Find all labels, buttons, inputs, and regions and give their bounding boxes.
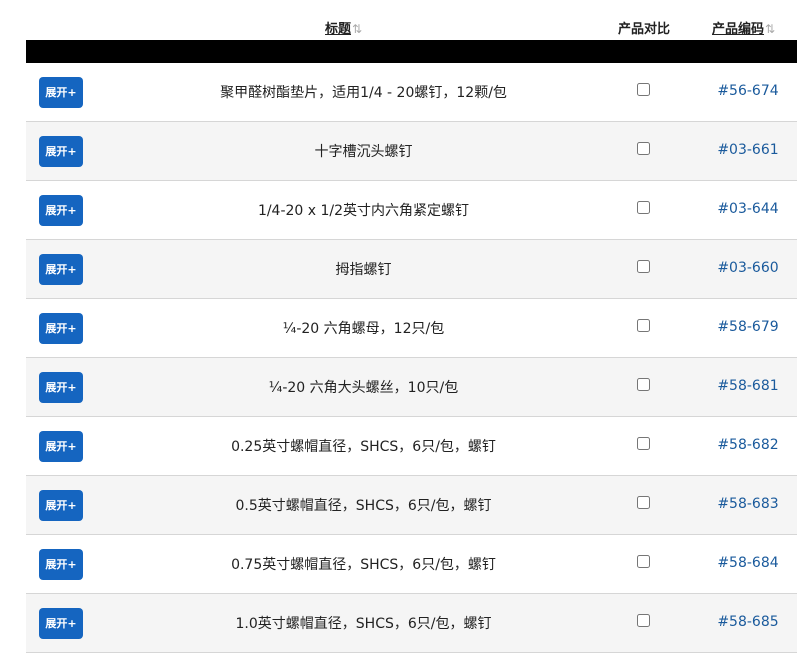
product-code-link[interactable]: #03-660: [698, 260, 797, 276]
product-title: ¼-20 六角大头螺丝，10只/包: [268, 380, 459, 396]
expand-button[interactable]: 展开+: [39, 254, 83, 285]
product-table: 展开+ 聚甲醛树酯垫片，适用1/4 - 20螺钉，12颗/包 #56-674 展…: [26, 63, 797, 653]
table-row: 展开+ 十字槽沉头螺钉 #03-661: [26, 122, 797, 181]
compare-checkbox[interactable]: [637, 260, 650, 273]
compare-checkbox[interactable]: [637, 555, 650, 568]
product-code-link[interactable]: #03-661: [698, 142, 797, 158]
expand-button[interactable]: 展开+: [39, 195, 83, 226]
product-title: 十字槽沉头螺钉: [314, 144, 413, 160]
sort-icon[interactable]: ⇅: [352, 22, 362, 36]
product-code-link[interactable]: #03-644: [698, 201, 797, 217]
column-header-compare: 产品对比: [618, 22, 671, 37]
product-code-link[interactable]: #58-682: [698, 437, 797, 453]
expand-button[interactable]: 展开+: [39, 136, 83, 167]
compare-checkbox[interactable]: [637, 614, 650, 627]
product-title: 拇指螺钉: [335, 262, 392, 278]
product-title: 0.75英寸螺帽直径，SHCS，6只/包，螺钉: [231, 557, 496, 573]
compare-checkbox[interactable]: [637, 319, 650, 332]
column-header-title[interactable]: 标题⇅: [325, 18, 362, 37]
product-title: 1/4-20 x 1/2英寸内六角紧定螺钉: [257, 203, 470, 219]
table-row: 展开+ ¼-20 六角螺母，12只/包 #58-679: [26, 299, 797, 358]
table-row: 展开+ 1.0英寸螺帽直径，SHCS，6只/包，螺钉 #58-685: [26, 594, 797, 653]
table-row: 展开+ ¼-20 六角大头螺丝，10只/包 #58-681: [26, 358, 797, 417]
product-code-link[interactable]: #56-674: [698, 83, 797, 99]
product-title: ¼-20 六角螺母，12只/包: [282, 321, 445, 337]
product-code-link[interactable]: #58-683: [698, 496, 797, 512]
compare-checkbox[interactable]: [637, 142, 650, 155]
header-bar: [26, 40, 797, 63]
expand-button[interactable]: 展开+: [39, 313, 83, 344]
product-title: 1.0英寸螺帽直径，SHCS，6只/包，螺钉: [235, 616, 492, 632]
table-row: 展开+ 1/4-20 x 1/2英寸内六角紧定螺钉 #03-644: [26, 181, 797, 240]
table-header: 标题⇅ 产品对比 产品编码⇅: [0, 0, 797, 40]
table-row: 展开+ 0.5英寸螺帽直径，SHCS，6只/包，螺钉 #58-683: [26, 476, 797, 535]
table-row: 展开+ 0.25英寸螺帽直径，SHCS，6只/包，螺钉 #58-682: [26, 417, 797, 476]
compare-checkbox[interactable]: [637, 378, 650, 391]
product-title: 0.5英寸螺帽直径，SHCS，6只/包，螺钉: [235, 498, 492, 514]
product-code-link[interactable]: #58-681: [698, 378, 797, 394]
expand-button[interactable]: 展开+: [39, 490, 83, 521]
product-title: 聚甲醛树酯垫片，适用1/4 - 20螺钉，12颗/包: [220, 85, 507, 101]
expand-button[interactable]: 展开+: [39, 77, 83, 108]
sort-icon[interactable]: ⇅: [765, 22, 775, 36]
expand-button[interactable]: 展开+: [39, 431, 83, 462]
expand-button[interactable]: 展开+: [39, 549, 83, 580]
table-row: 展开+ 拇指螺钉 #03-660: [26, 240, 797, 299]
product-code-link[interactable]: #58-685: [698, 614, 797, 630]
column-header-code-label: 产品编码: [712, 22, 765, 37]
compare-checkbox[interactable]: [637, 496, 650, 509]
expand-button[interactable]: 展开+: [39, 372, 83, 403]
product-code-link[interactable]: #58-684: [698, 555, 797, 571]
product-title: 0.25英寸螺帽直径，SHCS，6只/包，螺钉: [231, 439, 496, 455]
column-header-title-label: 标题: [325, 22, 352, 37]
table-row: 展开+ 聚甲醛树酯垫片，适用1/4 - 20螺钉，12颗/包 #56-674: [26, 63, 797, 122]
product-code-link[interactable]: #58-679: [698, 319, 797, 335]
compare-checkbox[interactable]: [637, 437, 650, 450]
compare-checkbox[interactable]: [637, 83, 650, 96]
expand-button[interactable]: 展开+: [39, 608, 83, 639]
table-row: 展开+ 0.75英寸螺帽直径，SHCS，6只/包，螺钉 #58-684: [26, 535, 797, 594]
compare-checkbox[interactable]: [637, 201, 650, 214]
column-header-code[interactable]: 产品编码⇅: [712, 18, 775, 37]
